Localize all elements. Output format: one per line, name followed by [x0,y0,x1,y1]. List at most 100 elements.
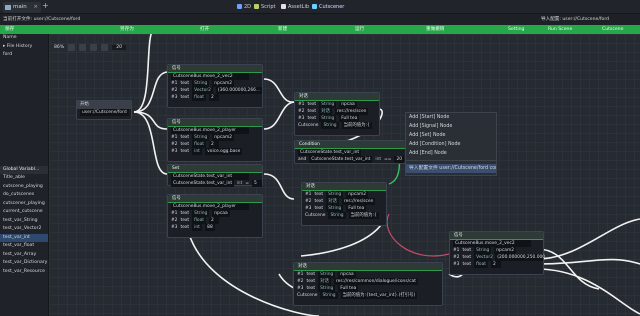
global-var-item[interactable]: do_cutscenes [0,191,48,200]
arg-value-field[interactable]: npcam2 [346,191,369,198]
global-var-item[interactable]: cutscene_playing [0,183,48,192]
start-path-field[interactable]: user://Cutscene/ford [80,109,129,116]
workspace-script[interactable]: Script [254,2,276,12]
global-var-item-selected[interactable]: test_var_int [0,233,48,242]
menu-add-set-node[interactable]: Add [Set] Node [406,131,496,140]
start-node[interactable]: 开始 user://Cutscene/ford [76,100,132,120]
global-var-item[interactable]: test_var_Vector2 [0,225,48,234]
arg-type-select[interactable]: Vector2 [474,254,493,261]
arg-type-select[interactable]: String [192,80,210,87]
workspace-assetlib[interactable]: AssetLib [281,2,309,12]
menu-setting[interactable]: Setting [508,25,524,34]
menu-save[interactable]: 保存 [5,25,14,34]
arg-value-field[interactable]: (360.000000,266... [215,87,262,94]
menu-new[interactable]: 新建 [278,25,287,34]
condition-variable-field[interactable]: CutsceneState.test_var_int [309,156,373,163]
arg-value-field[interactable]: 当前的值为:{ [341,122,372,129]
arg-type-select[interactable]: String [192,134,210,141]
menu-add-condition-node[interactable]: Add [Condition] Node [406,140,496,149]
arg-type-select[interactable]: float [192,217,207,224]
condition-logic[interactable]: and [298,156,306,163]
arg-value-field[interactable]: voice.ogg.base [205,148,243,155]
arg-type-select[interactable]: String [328,212,346,219]
menu-undo-redo[interactable]: 重做撤销 [426,25,444,34]
snap-step-value[interactable]: 20 [112,45,127,50]
menu-import-config[interactable]: 导入配置文件 user://Cutscene/ford combine cave… [406,164,496,173]
set-value-field[interactable]: 5 [252,180,262,187]
condition-variable-field[interactable]: CutsceneState.test_var_int [298,149,362,156]
workspace-2d[interactable]: 2D [237,2,251,12]
arg-value-field[interactable]: Full tea [338,285,359,292]
menu-run[interactable]: 运行 [355,25,364,34]
zoom-in-icon[interactable] [90,44,98,51]
signal-node[interactable]: 信号 Cutscene8us.move_2_vec2 #1 text String n… [167,64,263,108]
global-var-item[interactable]: test_var_Resource [0,268,48,277]
grid-snap-icon[interactable] [101,44,109,51]
arg-type-select[interactable]: String [319,115,337,122]
signal-node[interactable]: 信号 Cutscene8us.move_2_vec2 #1 text String n… [449,231,549,275]
arg-value-field[interactable]: 88 [205,224,216,231]
arg-value-field[interactable]: 2 [209,217,220,224]
arg-type-select[interactable]: float [192,94,207,101]
signal-node[interactable]: 信号 Cutscene8us.move_2_player #1 text Strin… [167,118,263,162]
menu-add-end-node[interactable]: Add [End] Node [406,149,496,158]
condition-node[interactable]: Condition CutsceneState.test_var_int and… [294,140,406,164]
menu-add-start-node[interactable]: Add [Start] Node [406,113,496,122]
arg-type-select[interactable]: int [192,148,203,155]
arg-value-field[interactable]: 2 [209,141,220,148]
dialogue-node[interactable]: 对话 #1 text String npcaa #2 text 对话 res://res/s… [294,92,380,136]
graph-editor[interactable]: 86% 20 开始 user://Cutscene/ford 信号 Cutsce… [49,34,640,316]
arg-value-field[interactable]: Full tea [346,205,367,212]
zoom-out-icon[interactable] [68,44,76,51]
arg-type-select[interactable]: String [474,247,492,254]
global-var-item[interactable]: test_var_float [0,242,48,251]
arg-value-field[interactable]: npcaa [212,210,230,217]
arg-type-select[interactable]: 对话 [318,278,331,285]
set-target-field[interactable]: CutsceneState.test_var_int [171,173,249,180]
menu-run-scene[interactable]: Run Scene [548,25,572,34]
set-variable-field[interactable]: CutsceneState.test_var_int [171,180,234,187]
arg-value-field[interactable]: res://res/scen [334,108,369,115]
zoom-reset-icon[interactable] [79,44,87,51]
menu-open[interactable]: 打开 [200,25,209,34]
arg-value-field[interactable]: npcam2 [212,134,235,141]
arg-value-field[interactable]: 2 [209,94,220,101]
tab-main[interactable]: main × [3,2,41,13]
arg-value-field[interactable]: (200.000000,250.000... [495,254,549,261]
arg-value-field[interactable]: 当前的值为:{test_var_int}.(打引号) [340,292,418,299]
global-var-item[interactable]: test_var_String [0,217,48,226]
signal-node[interactable]: 信号 Cutscene8us.move_2_player #1 text Strin… [167,194,263,238]
signal-name-field[interactable]: Cutscene8us.move_2_vec2 [171,73,249,80]
menu-cutscene[interactable]: Cutscene [602,25,623,34]
arg-value-field[interactable]: npcam2 [494,247,517,254]
dialogue-node[interactable]: 对话 #1 text String npcam2 #2 text 对话 res://res/… [301,182,387,226]
arg-value-field[interactable]: res://res/common/dialogue/icons/cat [333,278,418,285]
global-variables-header[interactable]: Global Variabl... [0,165,48,174]
arg-value-field[interactable]: Full tea [339,115,360,122]
arg-type-select[interactable]: String [318,285,336,292]
signal-name-field[interactable]: Cutscene8us.move_2_player [171,203,249,210]
arg-type-select[interactable]: float [192,141,207,148]
signal-name-field[interactable]: Cutscene8us.move_2_player [171,127,249,134]
arg-type-select[interactable]: String [326,191,344,198]
signal-name-field[interactable]: Cutscene8us.move_2_vec2 [453,240,531,247]
arg-type-select[interactable]: String [318,271,336,278]
dialogue-node[interactable]: 对话 #1 text String npcaa #2 text 对话 res://res/c… [293,262,443,306]
close-icon[interactable]: × [33,2,38,13]
arg-type-select[interactable]: String [321,122,339,129]
arg-value-field[interactable]: npcaa [339,101,357,108]
arg-type-select[interactable]: String [192,210,210,217]
arg-value-field[interactable]: 当前的值为:{ [348,212,379,219]
menu-save-as[interactable]: 另存为 [120,25,134,34]
condition-value-field[interactable]: 20 [394,156,405,163]
file-item-ford[interactable]: ford [0,51,48,60]
global-var-item[interactable]: test_var_Dictionary [0,259,48,268]
arg-type-select[interactable]: 对话 [319,108,332,115]
global-var-item[interactable]: Title_able [0,174,48,183]
menu-add-signal-node[interactable]: Add [Signal] Node [406,122,496,131]
arg-value-field[interactable]: res://res/scen [341,198,376,205]
global-var-item[interactable]: cutscener_playing [0,200,48,209]
global-var-item[interactable]: test_var_Array [0,251,48,260]
global-var-item[interactable]: current_cutscene [0,208,48,217]
arg-type-select[interactable]: Vector2 [192,87,213,94]
